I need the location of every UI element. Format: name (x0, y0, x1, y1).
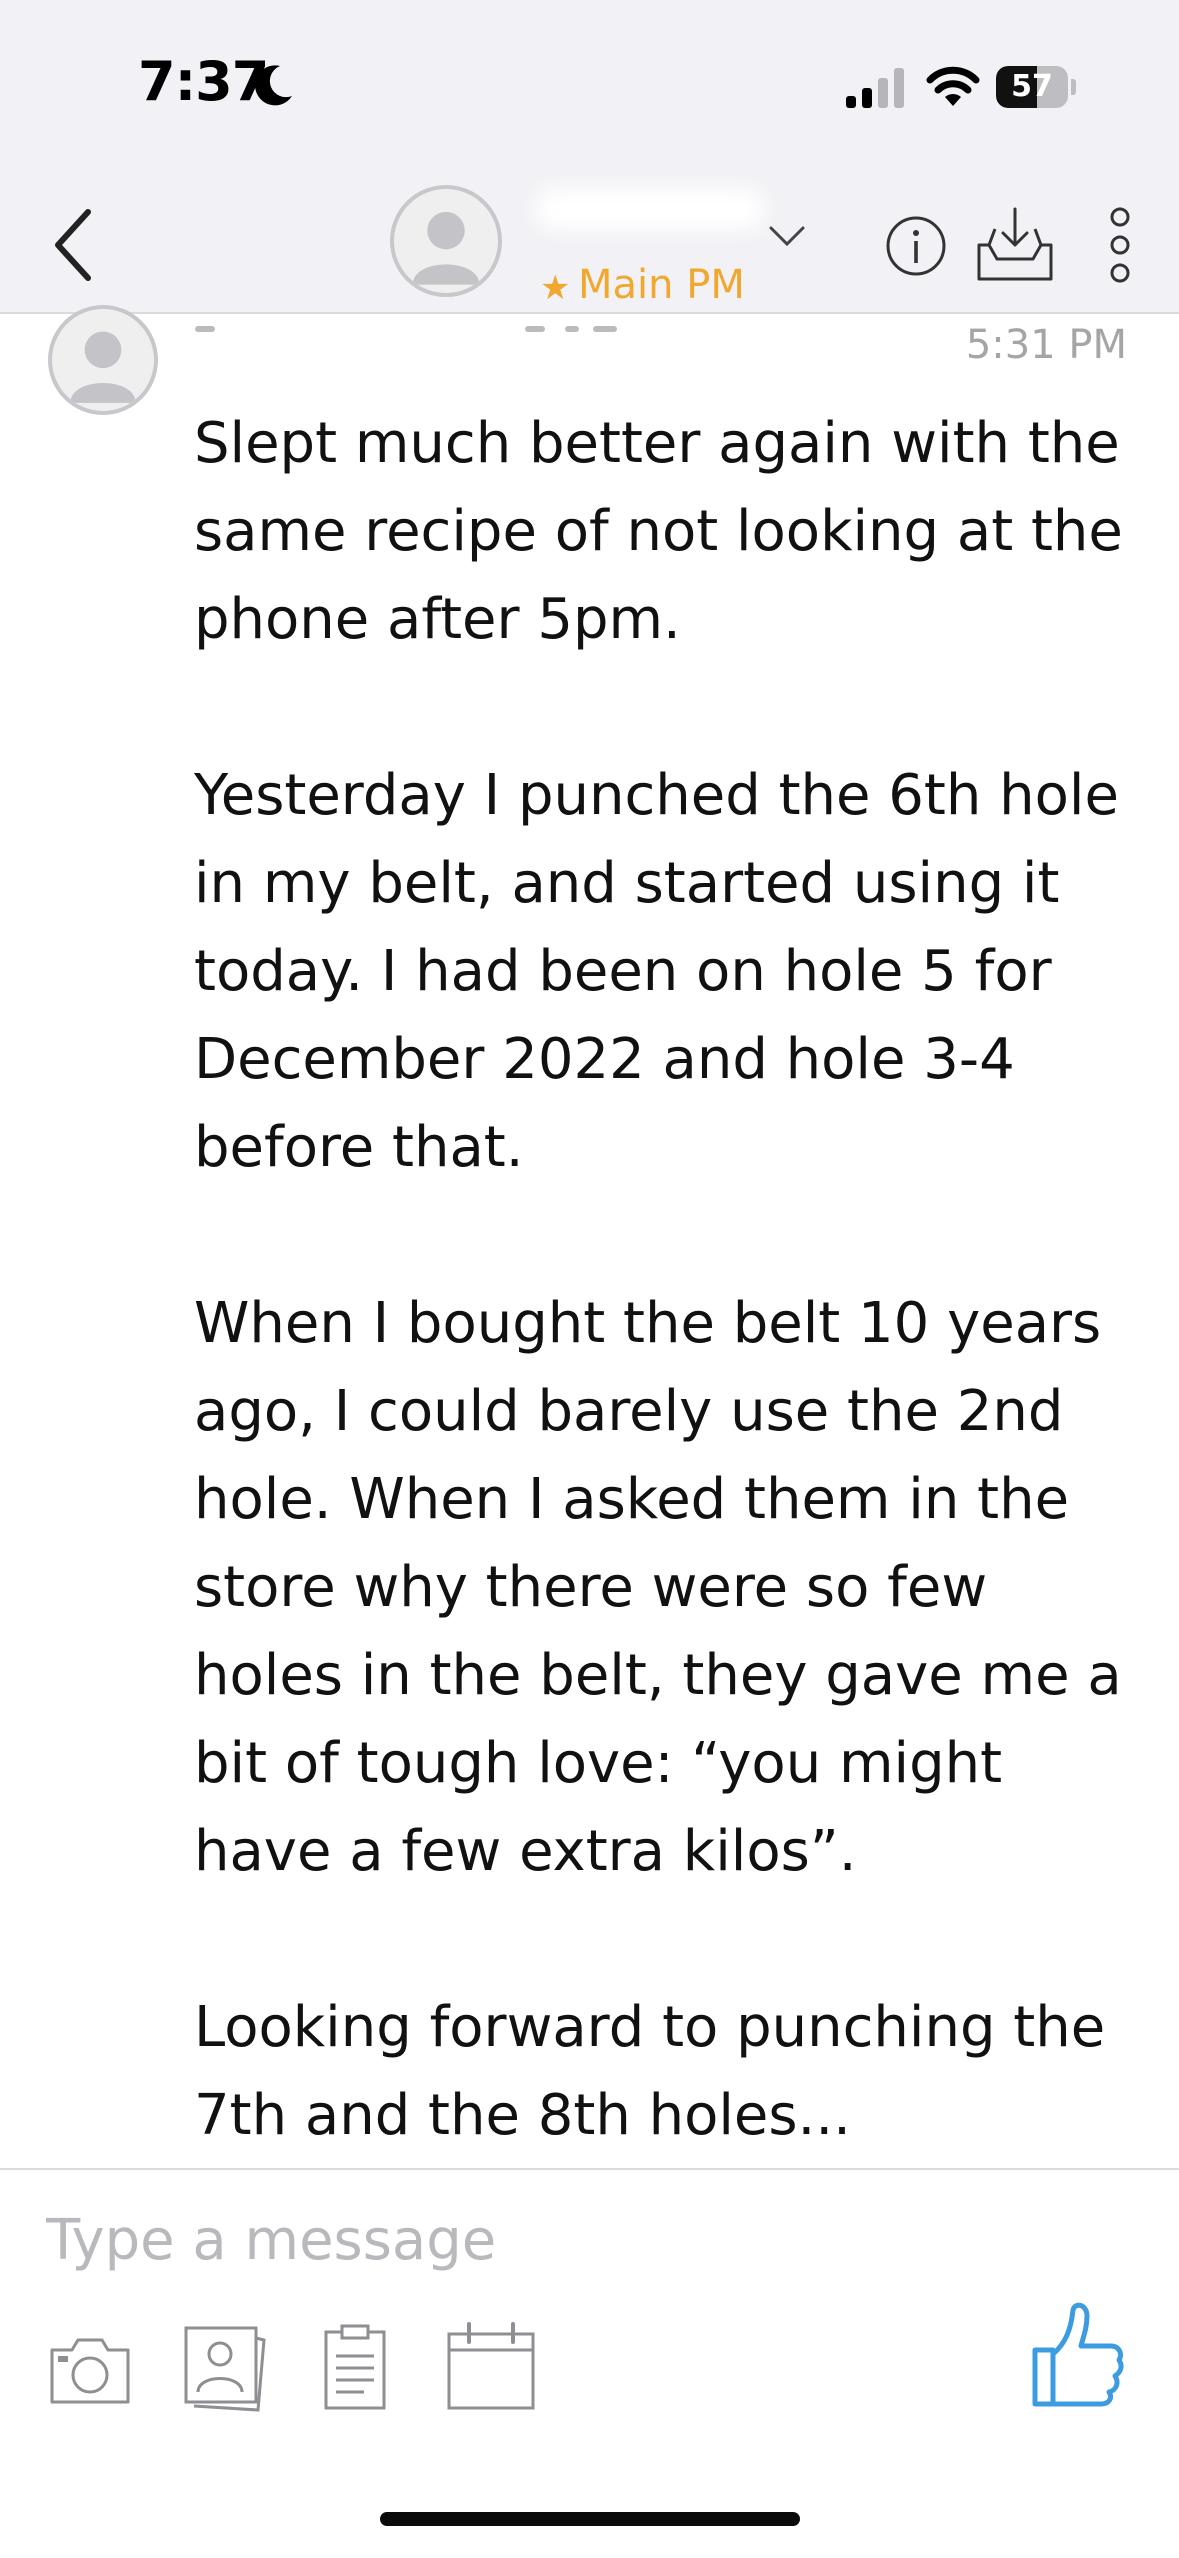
contact-avatar[interactable] (390, 185, 502, 297)
clipboard-file-icon[interactable] (320, 2322, 390, 2412)
person-icon (70, 331, 136, 403)
more-options-icon[interactable] (1100, 205, 1140, 285)
message-timestamp: 5:31 PM (965, 322, 1127, 368)
top-bar: 7:37 57 ★ Main PM (0, 0, 1179, 314)
battery-indicator: 57 (996, 66, 1076, 108)
message-paragraph: Looking forward to punching the 7th and … (194, 1995, 1106, 2148)
calendar-icon[interactable] (445, 2320, 537, 2412)
message-paragraph: Yesterday I punched the 6th hole in my b… (194, 763, 1119, 1180)
home-indicator[interactable] (380, 2512, 800, 2526)
moon-icon (255, 65, 292, 106)
sender-name (195, 312, 625, 332)
back-chevron-icon[interactable] (44, 200, 104, 290)
person-icon (412, 211, 480, 285)
status-time: 7:37 (138, 50, 269, 113)
inbox-download-icon[interactable] (975, 205, 1055, 283)
signal-icon (846, 68, 904, 108)
thumbs-up-icon[interactable] (1025, 2300, 1125, 2410)
wifi-icon (926, 66, 980, 106)
info-icon[interactable] (885, 215, 947, 277)
star-icon: ★ (540, 268, 571, 308)
sender-avatar[interactable] (48, 305, 158, 415)
message-composer (0, 2168, 1179, 2558)
camera-icon[interactable] (46, 2330, 134, 2410)
battery-percent: 57 (1011, 69, 1053, 104)
message-paragraph: Slept much better again with the same re… (194, 411, 1123, 652)
message-input[interactable] (46, 2200, 946, 2280)
channel-label[interactable]: Main PM (578, 262, 745, 308)
chevron-down-icon[interactable] (765, 222, 809, 252)
message-body: Slept much better again with the same re… (194, 400, 1134, 2160)
contact-name[interactable] (535, 180, 775, 240)
message-paragraph: When I bought the belt 10 years ago, I c… (194, 1291, 1122, 1884)
photo-icon[interactable] (180, 2322, 268, 2412)
